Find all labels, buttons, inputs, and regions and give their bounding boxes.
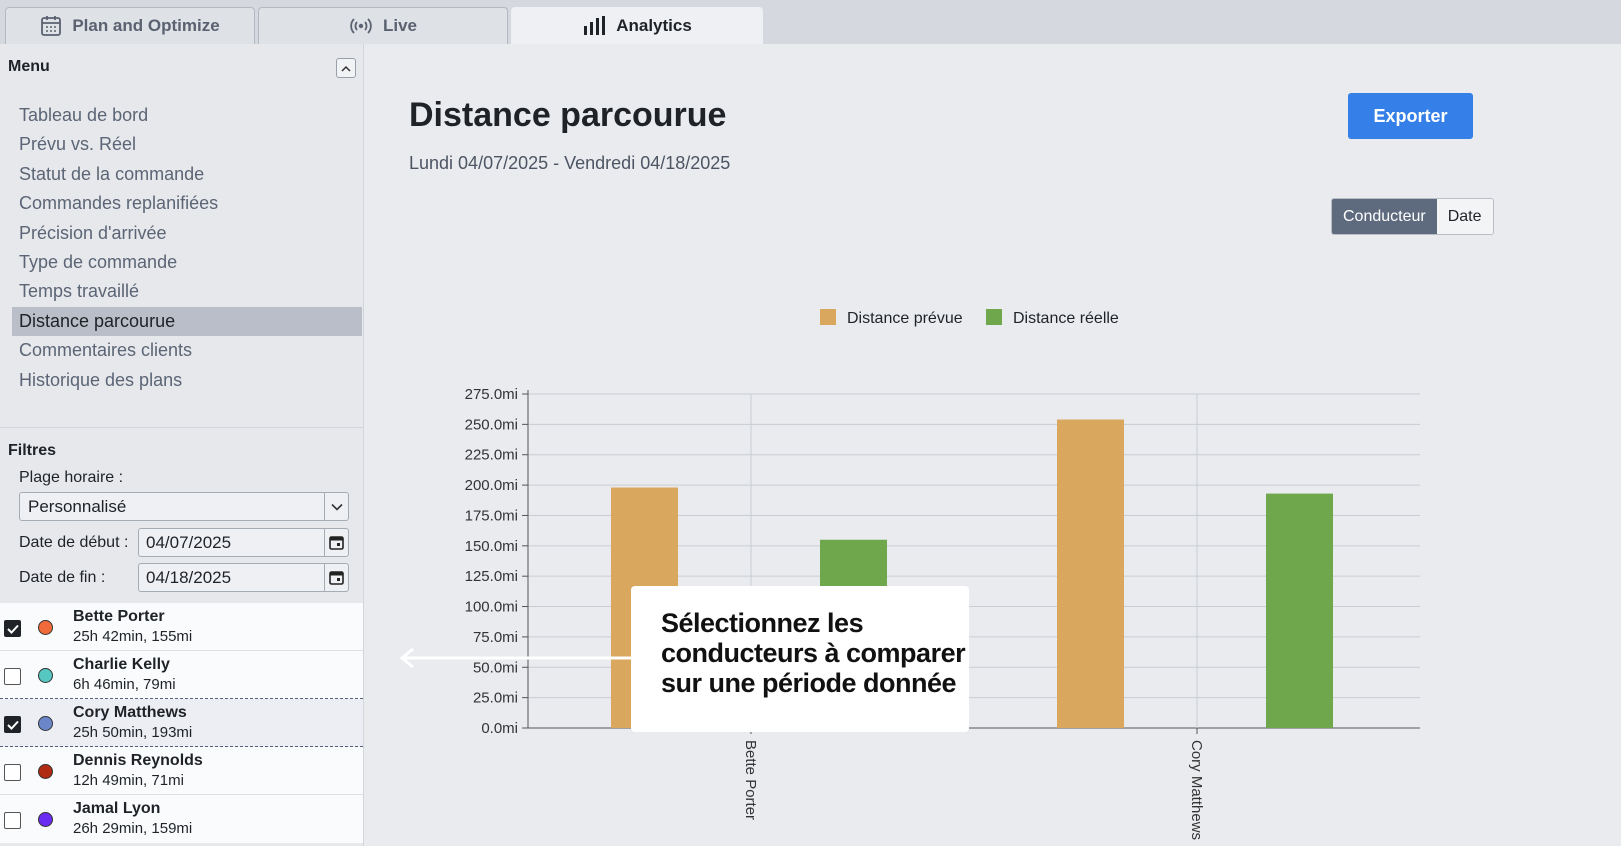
y-tick-label: 250.0mi bbox=[465, 416, 518, 433]
y-tick-label: 100.0mi bbox=[465, 599, 518, 616]
driver-stats: 26h 29min, 159mi bbox=[73, 820, 193, 837]
start-date-input[interactable]: 04/07/2025 bbox=[138, 528, 349, 557]
driver-checkbox[interactable] bbox=[4, 764, 21, 781]
x-tick-label: Cory Matthews bbox=[1188, 740, 1205, 840]
menu-item-precision-arrivee[interactable]: Précision d'arrivée bbox=[12, 219, 362, 248]
chevron-down-icon bbox=[324, 493, 348, 520]
filters-title: Filtres bbox=[8, 442, 57, 459]
time-range-select[interactable]: Personnalisé bbox=[19, 492, 349, 521]
menu-item-temps-travaille[interactable]: Temps travaillé bbox=[12, 277, 362, 306]
legend-label: Distance réelle bbox=[1013, 310, 1119, 327]
time-range-label: Plage horaire : bbox=[19, 469, 124, 486]
menu-item-tableau-de-bord[interactable]: Tableau de bord bbox=[12, 101, 362, 130]
tab-bar: Plan and Optimize Live Analytics bbox=[0, 0, 1621, 44]
driver-row[interactable]: Charlie Kelly 6h 46min, 79mi bbox=[0, 651, 363, 699]
driver-row[interactable]: Bette Porter 25h 42min, 155mi bbox=[0, 603, 363, 651]
driver-row[interactable]: Cory Matthews 25h 50min, 193mi bbox=[0, 699, 363, 747]
driver-name: Cory Matthews bbox=[73, 704, 187, 721]
menu-list: Tableau de bord Prévu vs. Réel Statut de… bbox=[12, 101, 362, 395]
y-tick-label: 225.0mi bbox=[465, 447, 518, 464]
menu-item-type-commande[interactable]: Type de commande bbox=[12, 248, 362, 277]
driver-color-dot bbox=[38, 716, 53, 731]
legend-swatch bbox=[986, 309, 1002, 325]
driver-checkbox[interactable] bbox=[4, 620, 21, 637]
y-tick-label: 25.0mi bbox=[473, 690, 518, 707]
bar-chart-icon bbox=[582, 16, 606, 36]
callout-line: Sélectionnez les bbox=[661, 608, 864, 638]
y-tick-label: 150.0mi bbox=[465, 538, 518, 555]
calendar-icon bbox=[40, 15, 62, 37]
y-tick-label: 75.0mi bbox=[473, 629, 518, 646]
bar bbox=[1057, 419, 1124, 728]
driver-row[interactable]: Dennis Reynolds 12h 49min, 71mi bbox=[0, 747, 363, 795]
driver-checkbox[interactable] bbox=[4, 668, 21, 685]
driver-name: Jamal Lyon bbox=[73, 800, 161, 817]
driver-list: Bette Porter 25h 42min, 155mi Charlie Ke… bbox=[0, 603, 363, 843]
tab-label: Live bbox=[382, 16, 418, 35]
tab-plan-and-optimize[interactable]: Plan and Optimize bbox=[5, 7, 255, 44]
tab-label: Analytics bbox=[616, 16, 692, 35]
menu-item-commandes-replanifiees[interactable]: Commandes replanifiées bbox=[12, 189, 362, 218]
x-tick-label: Bette Porter bbox=[742, 740, 759, 820]
collapse-menu-button[interactable] bbox=[336, 58, 356, 78]
distance-chart: 0.0mi 25.0mi 50.0mi 75.0mi 100.0mi 125.0mi 150… bbox=[400, 290, 1500, 846]
driver-name: Bette Porter bbox=[73, 608, 165, 625]
y-tick-label: 125.0mi bbox=[465, 568, 518, 585]
start-date-value: 04/07/2025 bbox=[146, 533, 232, 552]
legend-swatch bbox=[820, 309, 836, 325]
tab-label: Plan and Optimize bbox=[72, 16, 220, 35]
y-tick-label: 275.0mi bbox=[465, 386, 518, 403]
driver-stats: 25h 42min, 155mi bbox=[73, 628, 193, 645]
start-date-label: Date de début : bbox=[19, 534, 129, 551]
tooltip-callout: Sélectionnez les conducteurs à comparer … bbox=[631, 586, 969, 732]
driver-row[interactable]: Jamal Lyon 26h 29min, 159mi bbox=[0, 795, 363, 843]
group-by-toggle: Conducteur Date bbox=[1331, 198, 1494, 235]
driver-checkbox[interactable] bbox=[4, 716, 21, 733]
bar bbox=[1266, 493, 1333, 728]
menu-item-historique-plans[interactable]: Historique des plans bbox=[12, 366, 362, 395]
broadcast-icon bbox=[349, 16, 373, 36]
driver-color-dot bbox=[38, 812, 53, 827]
end-date-input[interactable]: 04/18/2025 bbox=[138, 563, 349, 592]
y-tick-label: 200.0mi bbox=[465, 477, 518, 494]
driver-stats: 25h 50min, 193mi bbox=[73, 724, 193, 741]
menu-title: Menu bbox=[8, 58, 50, 75]
chart-svg: 0.0mi25.0mi50.0mi75.0mi100.0mi125.0mi150… bbox=[465, 309, 1420, 840]
driver-stats: 12h 49min, 71mi bbox=[73, 772, 184, 789]
driver-color-dot bbox=[38, 764, 53, 779]
chevron-up-icon bbox=[341, 59, 351, 77]
end-date-value: 04/18/2025 bbox=[146, 568, 232, 587]
calendar-picker-icon[interactable] bbox=[324, 564, 348, 591]
toggle-date[interactable]: Date bbox=[1436, 199, 1493, 234]
menu-item-prevu-vs-reel[interactable]: Prévu vs. Réel bbox=[12, 130, 362, 159]
driver-name: Charlie Kelly bbox=[73, 656, 170, 673]
tab-analytics[interactable]: Analytics bbox=[511, 7, 763, 44]
toggle-conducteur[interactable]: Conducteur bbox=[1332, 199, 1437, 234]
callout-line: conducteurs à comparer bbox=[661, 638, 966, 668]
tab-live[interactable]: Live bbox=[258, 7, 508, 44]
page-title: Distance parcourue bbox=[409, 96, 727, 134]
driver-color-dot bbox=[38, 620, 53, 635]
driver-name: Dennis Reynolds bbox=[73, 752, 203, 769]
menu-item-statut-commande[interactable]: Statut de la commande bbox=[12, 160, 362, 189]
driver-color-dot bbox=[38, 668, 53, 683]
export-button[interactable]: Exporter bbox=[1348, 93, 1473, 139]
y-tick-label: 175.0mi bbox=[465, 507, 518, 524]
menu-item-commentaires-clients[interactable]: Commentaires clients bbox=[12, 336, 362, 365]
y-tick-label: 0.0mi bbox=[481, 720, 518, 737]
driver-checkbox[interactable] bbox=[4, 812, 21, 829]
driver-stats: 6h 46min, 79mi bbox=[73, 676, 176, 693]
menu-item-distance-parcourue[interactable]: Distance parcourue bbox=[12, 306, 362, 337]
legend-label: Distance prévue bbox=[847, 310, 963, 327]
arrow-left-icon bbox=[399, 648, 633, 668]
callout-line: sur une période donnée bbox=[661, 668, 957, 698]
end-date-label: Date de fin : bbox=[19, 569, 106, 586]
calendar-picker-icon[interactable] bbox=[324, 529, 348, 556]
time-range-value: Personnalisé bbox=[28, 497, 127, 516]
date-range-subtitle: Lundi 04/07/2025 - Vendredi 04/18/2025 bbox=[409, 153, 731, 173]
